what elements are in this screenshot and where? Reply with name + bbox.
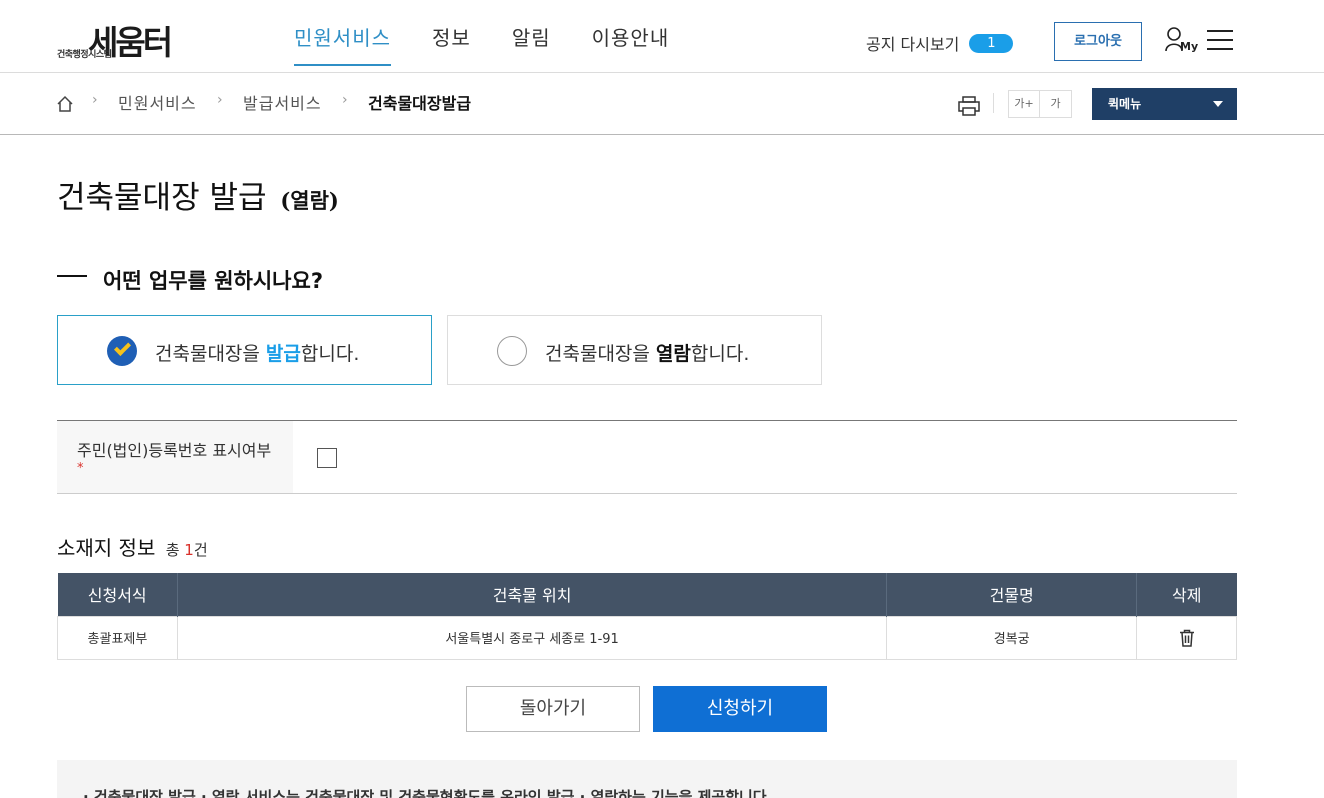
- page-title-main: 건축물대장 발급: [57, 180, 267, 216]
- choice-view[interactable]: 건축물대장을 열람합니다.: [447, 315, 822, 385]
- hamburger-menu-icon[interactable]: [1207, 30, 1233, 50]
- count-suffix: 건: [193, 541, 208, 559]
- column-header-delete: 삭제: [1136, 573, 1237, 616]
- rrn-label-cell: 주민(법인)등록번호 표시여부 *: [57, 421, 293, 493]
- breadcrumb: › 민원서비스 › 발급서비스 › 건축물대장발급 가+ 가 퀵메뉴: [0, 73, 1324, 135]
- chevron-right-icon: ›: [92, 92, 98, 108]
- cell-delete: [1136, 615, 1237, 660]
- breadcrumb-item-issue-service[interactable]: 발급서비스: [243, 90, 322, 114]
- logo-sub-text: 건축행정시스템: [57, 50, 112, 60]
- trash-icon[interactable]: [1179, 629, 1195, 647]
- apply-button[interactable]: 신청하기: [653, 686, 827, 732]
- column-header-form-type: 신청서식: [57, 573, 178, 616]
- cell-address: 서울특별시 종로구 세종로 1-91: [176, 615, 888, 660]
- section-heading: 어떤 업무를 원하시나요?: [57, 265, 323, 295]
- nav-item-notice[interactable]: 알림: [512, 22, 551, 66]
- chevron-right-icon: ›: [217, 92, 223, 108]
- cell-form-type: 총괄표제부: [57, 615, 178, 660]
- notice-replay[interactable]: 공지 다시보기 1: [866, 31, 1014, 55]
- table-row: 총괄표제부 서울특별시 종로구 세종로 1-91 경복궁: [57, 615, 1237, 660]
- logo[interactable]: 세움터 건축행정시스템: [56, 14, 196, 62]
- location-count: 총 1건: [166, 541, 208, 559]
- location-section-title: 소재지 정보 총 1건: [57, 532, 208, 561]
- radio-circle-icon: [497, 336, 527, 366]
- divider: [993, 93, 994, 113]
- breadcrumb-item-current: 건축물대장발급: [368, 94, 472, 113]
- choice-issue-label: 건축물대장을 발급합니다.: [155, 339, 359, 366]
- print-icon[interactable]: [958, 96, 980, 116]
- required-mark: *: [77, 461, 84, 476]
- back-button[interactable]: 돌아가기: [466, 686, 640, 732]
- rrn-display-label: 주민(법인)등록번호 표시여부: [77, 441, 272, 460]
- page-title: 건축물대장 발급 (열람): [57, 172, 339, 217]
- quick-menu-label: 퀵메뉴: [1108, 97, 1142, 111]
- notice-replay-label: 공지 다시보기: [866, 35, 960, 54]
- choice-text-suffix: 합니다.: [300, 343, 360, 365]
- breadcrumb-item-civil-service[interactable]: 민원서비스: [118, 90, 197, 114]
- top-header: 세움터 건축행정시스템 민원서비스 정보 알림 이용안내 공지 다시보기 1 로…: [0, 0, 1324, 73]
- choice-keyword: 발급: [265, 343, 301, 365]
- logout-button[interactable]: 로그아웃: [1054, 22, 1142, 61]
- rrn-display-checkbox[interactable]: [317, 448, 337, 468]
- notice-count-badge: 1: [969, 33, 1014, 53]
- home-icon[interactable]: [56, 95, 74, 113]
- choice-text-prefix: 건축물대장을: [155, 343, 266, 365]
- table-header-row: 신청서식 건축물 위치 건물명 삭제: [57, 573, 1237, 616]
- main-nav: 민원서비스 정보 알림 이용안내: [294, 22, 710, 66]
- my-page-icon[interactable]: My: [1164, 26, 1199, 56]
- font-increase-button[interactable]: 가+: [1008, 90, 1040, 118]
- choice-view-label: 건축물대장을 열람합니다.: [545, 339, 749, 366]
- section-question: 어떤 업무를 원하시나요?: [103, 269, 324, 293]
- check-circle-icon: [107, 336, 137, 366]
- choice-issue[interactable]: 건축물대장을 발급합니다.: [57, 315, 432, 385]
- nav-item-info[interactable]: 정보: [432, 22, 471, 66]
- location-title: 소재지 정보: [57, 536, 156, 560]
- column-header-building-name: 건물명: [886, 573, 1138, 616]
- font-decrease-button[interactable]: 가: [1040, 90, 1072, 118]
- choice-keyword: 열람: [655, 343, 691, 365]
- nav-item-guide[interactable]: 이용안내: [592, 22, 670, 66]
- heading-dash: [57, 275, 87, 277]
- count-number: 1: [184, 541, 194, 559]
- info-notice-box: · 건축물대장 발급 · 열람 서비스는 건축물대장 및 건축물현황도를 온라인…: [57, 760, 1237, 798]
- column-header-location: 건축물 위치: [177, 573, 888, 616]
- location-table: 신청서식 건축물 위치 건물명 삭제 총괄표제부 서울특별시 종로구 세종로 1…: [57, 573, 1237, 660]
- choice-text-suffix: 합니다.: [690, 343, 750, 365]
- caret-down-icon: [1213, 101, 1223, 107]
- quick-menu-select[interactable]: 퀵메뉴: [1092, 88, 1237, 120]
- page-title-sub: (열람): [280, 188, 339, 213]
- nav-item-civil-service[interactable]: 민원서비스: [294, 22, 391, 66]
- count-prefix: 총: [165, 541, 185, 559]
- font-size-controls: 가+ 가: [1008, 90, 1072, 118]
- my-label: My: [1180, 40, 1199, 53]
- cell-building-name: 경복궁: [886, 615, 1138, 660]
- rrn-display-row: 주민(법인)등록번호 표시여부 *: [57, 420, 1237, 494]
- choice-text-prefix: 건축물대장을: [545, 343, 656, 365]
- chevron-right-icon: ›: [342, 92, 348, 108]
